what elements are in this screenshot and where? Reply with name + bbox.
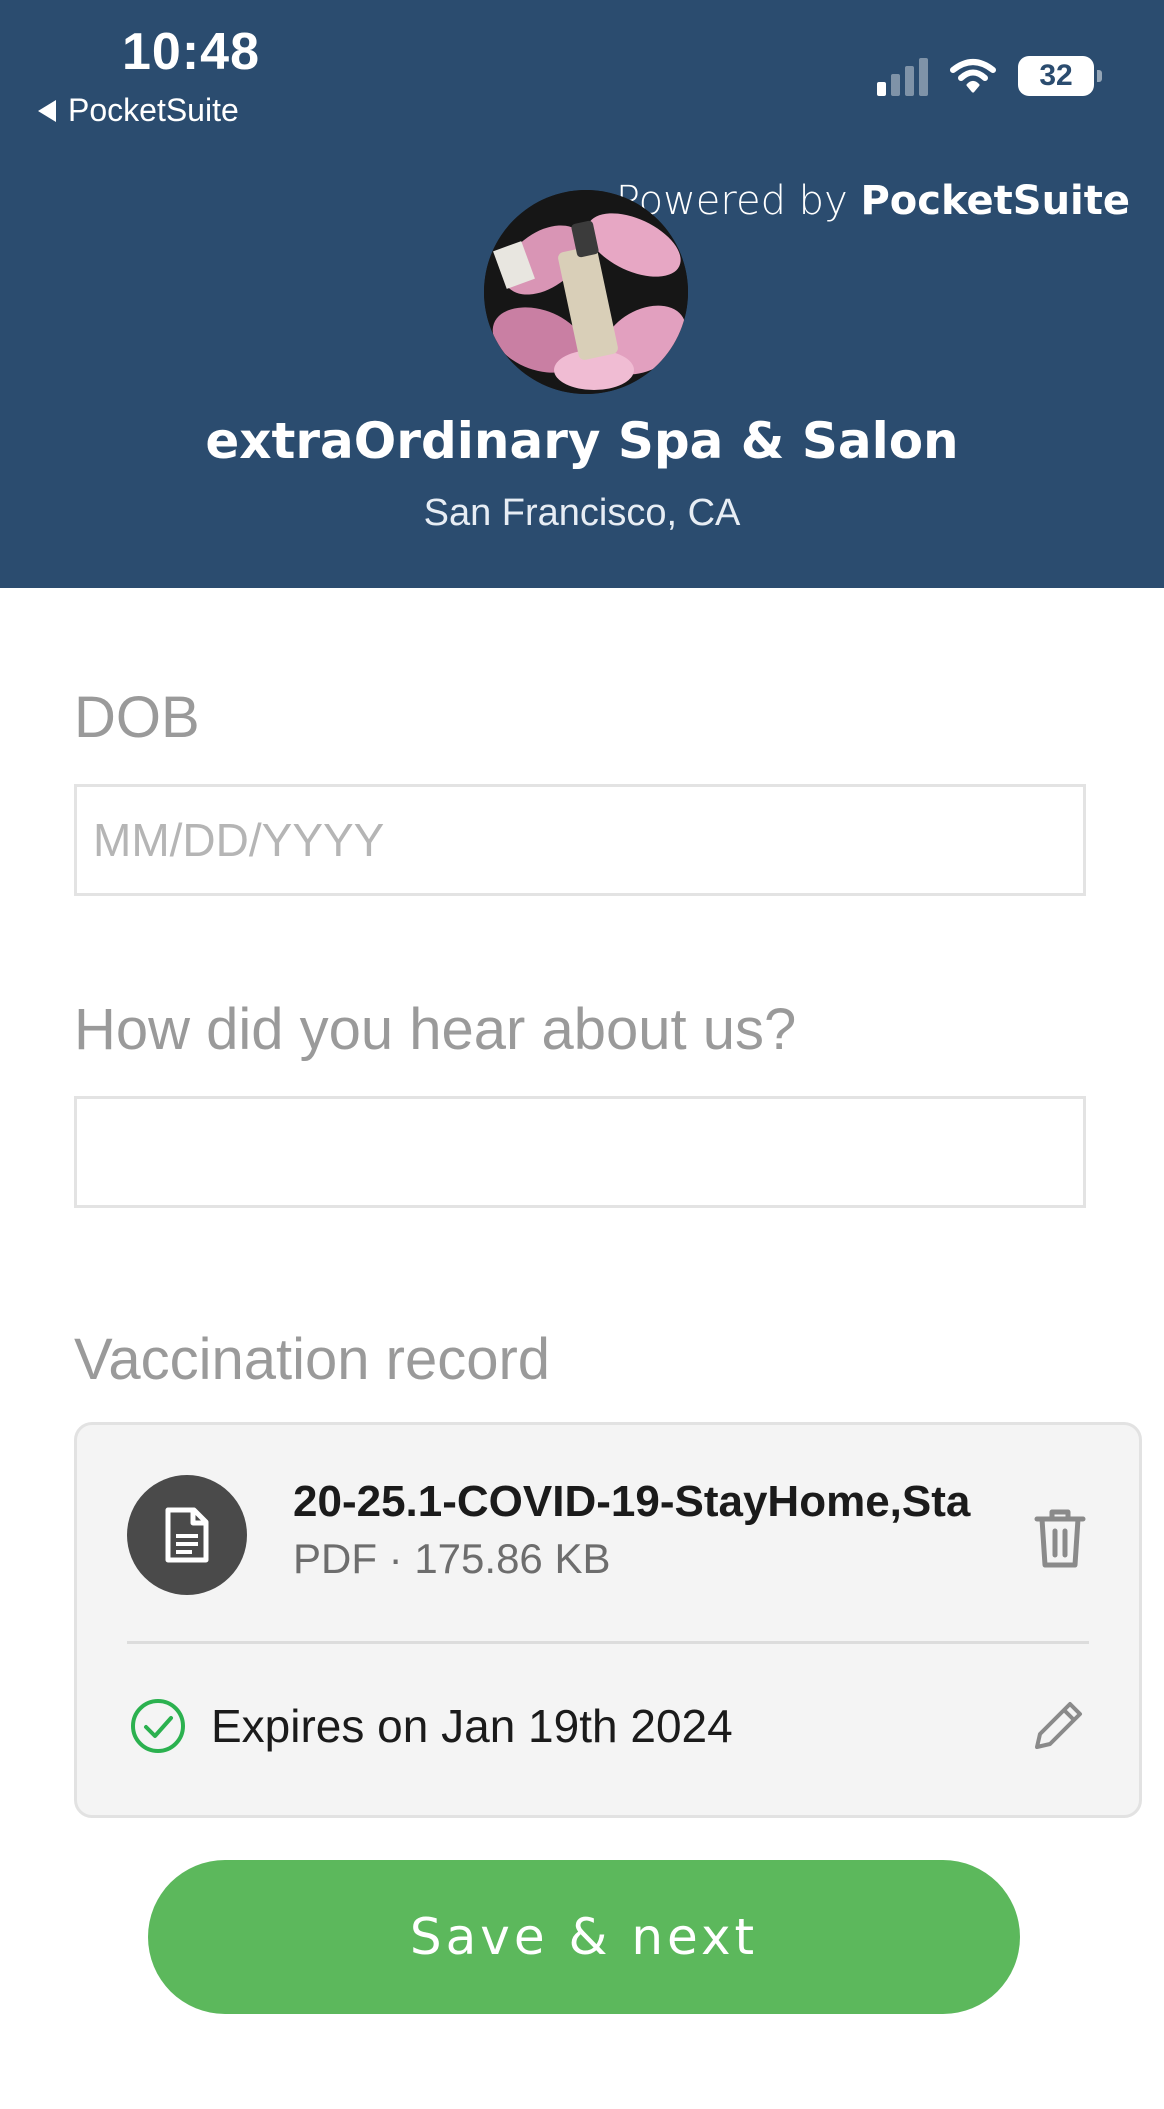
file-name[interactable]: 20-25.1-COVID-19-StayHome,Sta [293,1477,983,1527]
business-avatar [484,190,688,394]
back-arrow-icon [38,99,56,122]
battery-level: 32 [1039,59,1073,92]
referral-label: How did you hear about us? [74,997,797,1062]
powered-by-label: Powered by PocketSuite [616,178,1130,224]
business-name: extraOrdinary Spa & Salon [205,412,959,470]
vaccination-file-card: 20-25.1-COVID-19-StayHome,Sta PDF · 175.… [74,1422,1142,1818]
dob-input[interactable] [74,784,1086,896]
check-circle-icon [129,1697,187,1755]
business-location: San Francisco, CA [423,492,741,534]
referral-input[interactable] [74,1096,1086,1208]
powered-brand: PocketSuite [860,178,1130,224]
wifi-icon [950,59,996,93]
back-to-app-link[interactable]: PocketSuite [38,92,239,129]
back-link-label: PocketSuite [68,92,239,128]
vaccination-label: Vaccination record [74,1327,551,1392]
expiry-date: Expires on Jan 19th 2024 [211,1700,733,1752]
card-divider [127,1641,1089,1644]
document-icon [127,1475,247,1595]
save-next-button[interactable]: Save & next [148,1860,1020,2014]
battery-icon: 32 [1018,56,1102,96]
pencil-icon[interactable] [1029,1695,1089,1755]
dob-label: DOB [74,685,200,750]
trash-icon[interactable] [1031,1507,1089,1569]
cellular-signal-icon [877,56,928,96]
status-icons: 32 [877,56,1102,96]
business-header: 10:48 PocketSuite 32 Powered by PocketSu… [0,0,1164,588]
file-meta: PDF · 175.86 KB [293,1535,611,1582]
status-time: 10:48 [122,23,260,81]
